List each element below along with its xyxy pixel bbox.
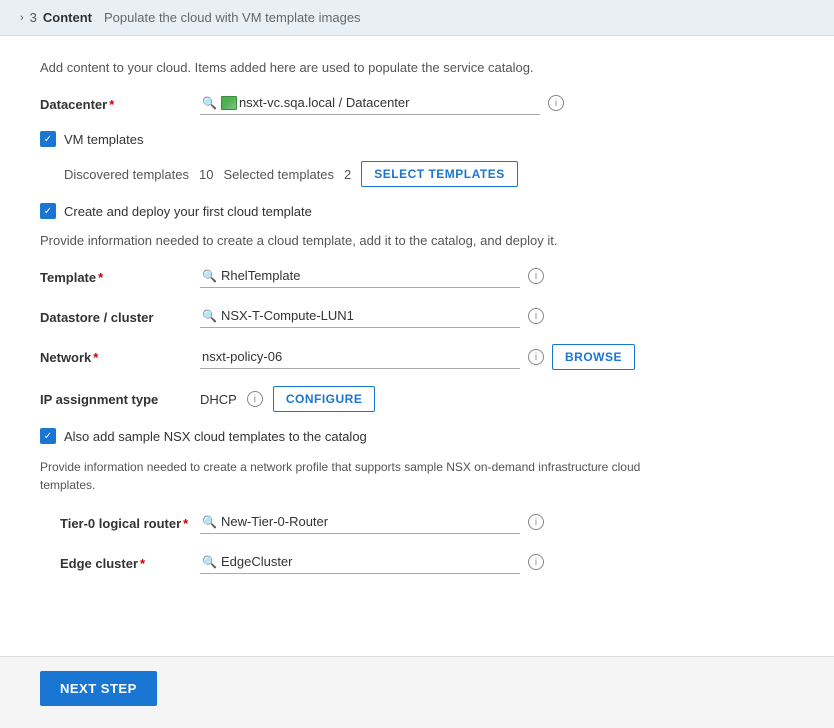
ip-assignment-row: IP assignment type DHCP i CONFIGURE: [40, 386, 794, 412]
template-info-icon[interactable]: i: [528, 268, 544, 284]
datastore-info-icon[interactable]: i: [528, 308, 544, 324]
select-templates-button[interactable]: SELECT TEMPLATES: [361, 161, 517, 187]
datacenter-icon: [221, 96, 237, 110]
vm-templates-row: ✓ VM templates: [40, 131, 794, 147]
next-step-button[interactable]: NEXT STEP: [40, 671, 157, 706]
create-deploy-checkbox[interactable]: ✓: [40, 203, 56, 219]
datastore-search-icon: 🔍: [202, 309, 217, 323]
selected-label: Selected templates: [223, 167, 334, 182]
nsx-templates-desc: Provide information needed to create a n…: [40, 458, 680, 494]
network-value: nsxt-policy-06: [202, 349, 518, 364]
discovered-count: 10: [199, 167, 213, 182]
tier0-router-row: Tier-0 logical router* 🔍 New-Tier-0-Rout…: [60, 510, 794, 534]
nsx-templates-checkbox[interactable]: ✓: [40, 428, 56, 444]
datacenter-row: Datacenter* 🔍 nsxt-vc.sqa.local / Datace…: [40, 91, 794, 115]
tier0-label: Tier-0 logical router*: [60, 510, 200, 531]
tier0-info-icon[interactable]: i: [528, 514, 544, 530]
template-row: Template* 🔍 RhelTemplate i: [40, 264, 794, 288]
network-input[interactable]: nsxt-policy-06: [200, 345, 520, 369]
edge-cluster-control: 🔍 EdgeCluster i: [200, 550, 794, 574]
header-bar: › 3 Content Populate the cloud with VM t…: [0, 0, 834, 36]
template-label: Template*: [40, 264, 200, 285]
edge-search-icon: 🔍: [202, 555, 217, 569]
step-num-label: 3: [30, 10, 37, 25]
nsx-templates-checkbox-row: ✓ Also add sample NSX cloud templates to…: [40, 428, 794, 444]
edge-cluster-label: Edge cluster*: [60, 550, 200, 571]
tier0-input[interactable]: 🔍 New-Tier-0-Router: [200, 510, 520, 534]
browse-button[interactable]: BROWSE: [552, 344, 635, 370]
network-info-icon[interactable]: i: [528, 349, 544, 365]
provide-info-text: Provide information needed to create a c…: [40, 233, 794, 248]
create-deploy-row: ✓ Create and deploy your first cloud tem…: [40, 203, 794, 219]
datastore-label: Datastore / cluster: [40, 304, 200, 325]
vm-templates-label: VM templates: [64, 132, 143, 147]
datacenter-value: nsxt-vc.sqa.local / Datacenter: [239, 95, 538, 110]
dhcp-value: DHCP: [200, 392, 237, 407]
create-deploy-label: Create and deploy your first cloud templ…: [64, 204, 312, 219]
network-control: nsxt-policy-06 i BROWSE: [200, 344, 794, 370]
vm-templates-checkbox[interactable]: ✓: [40, 131, 56, 147]
network-row: Network* nsxt-policy-06 i BROWSE: [40, 344, 794, 370]
ip-info-icon[interactable]: i: [247, 391, 263, 407]
tier0-control: 🔍 New-Tier-0-Router i: [200, 510, 794, 534]
template-input[interactable]: 🔍 RhelTemplate: [200, 264, 520, 288]
templates-info-row: Discovered templates 10 Selected templat…: [64, 161, 794, 187]
discovered-label: Discovered templates: [64, 167, 189, 182]
footer-bar: NEXT STEP: [0, 656, 834, 720]
edge-cluster-row: Edge cluster* 🔍 EdgeCluster i: [60, 550, 794, 574]
tier0-search-icon: 🔍: [202, 515, 217, 529]
ip-assignment-control: DHCP i CONFIGURE: [200, 386, 794, 412]
datastore-input[interactable]: 🔍 NSX-T-Compute-LUN1: [200, 304, 520, 328]
nsx-templates-section: ✓ Also add sample NSX cloud templates to…: [40, 428, 794, 574]
datacenter-info-icon[interactable]: i: [548, 95, 564, 111]
edge-cluster-value: EdgeCluster: [221, 554, 518, 569]
datacenter-control: 🔍 nsxt-vc.sqa.local / Datacenter i: [200, 91, 794, 115]
template-search-icon: 🔍: [202, 269, 217, 283]
chevron-icon: ›: [20, 12, 24, 24]
edge-cluster-input[interactable]: 🔍 EdgeCluster: [200, 550, 520, 574]
template-control: 🔍 RhelTemplate i: [200, 264, 794, 288]
configure-button[interactable]: CONFIGURE: [273, 386, 376, 412]
template-value: RhelTemplate: [221, 268, 518, 283]
nsx-templates-label: Also add sample NSX cloud templates to t…: [64, 429, 367, 444]
datastore-control: 🔍 NSX-T-Compute-LUN1 i: [200, 304, 794, 328]
tier0-value: New-Tier-0-Router: [221, 514, 518, 529]
step-label: Content: [43, 10, 92, 25]
edge-cluster-info-icon[interactable]: i: [528, 554, 544, 570]
ip-assignment-label: IP assignment type: [40, 386, 200, 407]
datastore-value: NSX-T-Compute-LUN1: [221, 308, 518, 323]
selected-count: 2: [344, 167, 351, 182]
datastore-row: Datastore / cluster 🔍 NSX-T-Compute-LUN1…: [40, 304, 794, 328]
datacenter-label: Datacenter*: [40, 91, 200, 112]
datacenter-input[interactable]: 🔍 nsxt-vc.sqa.local / Datacenter: [200, 91, 540, 115]
step-number: › 3 Content: [20, 10, 92, 25]
network-label: Network*: [40, 344, 200, 365]
search-icon: 🔍: [202, 96, 217, 110]
intro-text: Add content to your cloud. Items added h…: [40, 60, 794, 75]
dhcp-row: DHCP i CONFIGURE: [200, 386, 375, 412]
main-content: Add content to your cloud. Items added h…: [0, 36, 834, 720]
step-description: Populate the cloud with VM template imag…: [104, 10, 361, 25]
